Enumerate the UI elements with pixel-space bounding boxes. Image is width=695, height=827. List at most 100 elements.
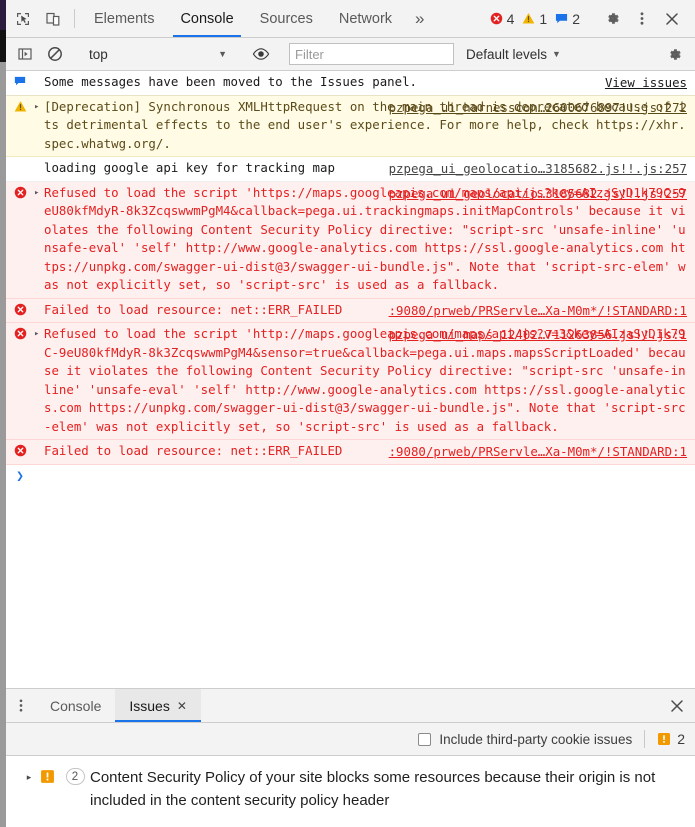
log-levels-select[interactable]: Default levels ▼: [466, 47, 561, 62]
issue-occurrence-count: 2: [60, 766, 90, 785]
device-toolbar-icon[interactable]: [38, 0, 68, 37]
console-message-log[interactable]: ▸ loading google api key for tracking ma…: [6, 157, 695, 182]
source-link[interactable]: :9080/prweb/PRServle…Xa-M0m*/!STANDARD:1: [389, 443, 687, 462]
source-link[interactable]: pzpega_ui_geolocatio…3185682.js!!.js:257: [389, 160, 687, 179]
tab-network[interactable]: Network: [326, 0, 405, 37]
issues-toolbar: Include third-party cookie issues 2: [6, 723, 695, 756]
more-tabs-label: »: [415, 8, 425, 28]
drawer-tab-console-label: Console: [50, 697, 102, 714]
warning-count-value: 1: [539, 10, 548, 27]
console-message-error[interactable]: ▸ Failed to load resource: net::ERR_FAIL…: [6, 440, 695, 465]
toolbar-divider: [74, 9, 75, 28]
tab-sources-label: Sources: [259, 10, 313, 27]
warning-icon: [523, 13, 535, 24]
warning-badge-icon: [40, 766, 60, 789]
drawer-tab-bar: Console Issues ✕: [6, 689, 695, 723]
message-icon-gutter: [6, 73, 34, 87]
more-tabs-button[interactable]: »: [405, 0, 434, 37]
issue-title: Content Security Policy of your site blo…: [90, 769, 656, 809]
source-link[interactable]: pzpega_ui_geolocatio…3185682.js!!.js:257: [389, 185, 687, 204]
tab-elements[interactable]: Elements: [81, 0, 167, 37]
warning-badge-icon: [658, 733, 671, 745]
chevron-down-icon: ▼: [218, 49, 227, 59]
warning-count-badge[interactable]: 1: [518, 11, 551, 27]
checkbox-box[interactable]: [418, 732, 432, 746]
warning-icon: [14, 100, 26, 112]
drawer-tab-issues[interactable]: Issues ✕: [115, 689, 201, 722]
message-icon: [14, 76, 26, 86]
warning-icon-gutter: [6, 98, 34, 113]
tab-console[interactable]: Console: [167, 0, 246, 37]
tab-console-label: Console: [180, 10, 234, 27]
console-sidebar-toggle-icon[interactable]: [10, 46, 40, 62]
error-icon: [14, 186, 26, 198]
tab-bar-status-area: 4 1 2: [486, 0, 695, 37]
source-link[interactable]: :9080/prweb/PRServle…Xa-M0m*/!STANDARD:1: [389, 302, 687, 321]
drawer-tab-issues-label: Issues: [129, 697, 170, 714]
close-drawer-icon[interactable]: [659, 689, 695, 722]
drawer-kebab-icon[interactable]: [6, 689, 36, 722]
drawer-tab-console[interactable]: Console: [36, 689, 115, 722]
failed-resource-text-2: Failed to load resource: net::ERR_FAILED: [44, 443, 343, 458]
include-third-party-cookie-issues-checkbox[interactable]: Include third-party cookie issues: [418, 732, 632, 747]
clear-console-icon[interactable]: [40, 46, 70, 62]
error-icon: [14, 444, 26, 457]
error-icon-gutter: [6, 325, 34, 340]
console-settings-gear-icon[interactable]: [659, 46, 689, 63]
view-issues-link[interactable]: View issues: [605, 74, 687, 93]
console-toolbar: top ▼ Default levels ▼: [6, 38, 695, 71]
console-message-info-bar[interactable]: ▸ Some messages have been moved to the I…: [6, 71, 695, 96]
live-expression-eye-icon[interactable]: [246, 47, 276, 61]
console-message-error[interactable]: ▸ Refused to load the script 'http://map…: [6, 323, 695, 440]
prompt-chevron-icon: ❯: [16, 468, 24, 484]
kebab-menu-icon[interactable]: [627, 10, 657, 27]
close-devtools-icon[interactable]: [657, 11, 687, 27]
log-icon-gutter: [6, 159, 34, 161]
execution-context-value: top: [89, 46, 108, 62]
console-prompt[interactable]: ❯: [6, 465, 695, 491]
issue-occurrence-count-value: 2: [65, 768, 85, 785]
error-icon: [490, 12, 502, 25]
source-link[interactable]: pzpega_ui_harnesscon…2600676897!!.js:272: [389, 99, 687, 118]
info-count-badge[interactable]: 2: [551, 11, 584, 27]
tab-network-label: Network: [338, 10, 393, 27]
error-icon-gutter: [6, 301, 34, 316]
source-link[interactable]: pzpega_ui_maps_12402…711263856.js!!.js:1: [389, 326, 687, 345]
devtools-window: Elements Console Sources Network » 4 1 2…: [6, 0, 695, 827]
error-count-value: 4: [506, 10, 515, 27]
console-message-warning[interactable]: ▸ [Deprecation] Synchronous XMLHttpReque…: [6, 95, 695, 157]
console-message-error[interactable]: ▸ Failed to load resource: net::ERR_FAIL…: [6, 298, 695, 323]
console-toolbar-right: [646, 45, 695, 63]
main-tab-bar: Elements Console Sources Network » 4 1 2: [6, 0, 695, 38]
execution-context-select[interactable]: top ▼: [83, 42, 233, 66]
info-count-value: 2: [572, 10, 580, 27]
settings-gear-icon[interactable]: [597, 10, 627, 27]
log-levels-label: Default levels: [466, 46, 548, 62]
issue-row[interactable]: ▸ 2 Content Security Policy of your site…: [6, 764, 695, 814]
close-icon[interactable]: ✕: [177, 699, 187, 713]
tab-elements-label: Elements: [94, 10, 155, 27]
expand-arrow[interactable]: ▸: [34, 98, 44, 117]
error-icon-gutter: [6, 184, 34, 199]
drawer-panel: Console Issues ✕ Include third-party coo…: [6, 688, 695, 827]
issues-toolbar-divider: [644, 730, 646, 748]
error-icon-gutter: [6, 442, 34, 457]
chevron-down-icon: ▼: [552, 49, 561, 59]
inspect-element-icon[interactable]: [8, 0, 38, 37]
error-icon: [14, 303, 26, 315]
filter-input[interactable]: [289, 43, 454, 65]
issues-list[interactable]: ▸ 2 Content Security Policy of your site…: [6, 756, 695, 827]
issues-count-value: 2: [677, 731, 685, 747]
console-message-text: Some messages have been moved to the Iss…: [44, 74, 417, 89]
tab-sources[interactable]: Sources: [247, 0, 326, 37]
expand-arrow[interactable]: ▸: [34, 325, 44, 344]
error-count-badge[interactable]: 4: [486, 11, 519, 27]
message-icon: [556, 14, 568, 24]
issues-count-badge: 2: [657, 731, 685, 747]
failed-resource-text-1: Failed to load resource: net::ERR_FAILED: [44, 301, 343, 317]
error-icon: [14, 327, 26, 340]
console-message-list[interactable]: ▸ Some messages have been moved to the I…: [6, 71, 695, 688]
expand-triangle-icon[interactable]: ▸: [18, 766, 40, 783]
console-message-error[interactable]: ▸ Refused to load the script 'https://ma…: [6, 181, 695, 299]
expand-arrow[interactable]: ▸: [34, 184, 44, 203]
